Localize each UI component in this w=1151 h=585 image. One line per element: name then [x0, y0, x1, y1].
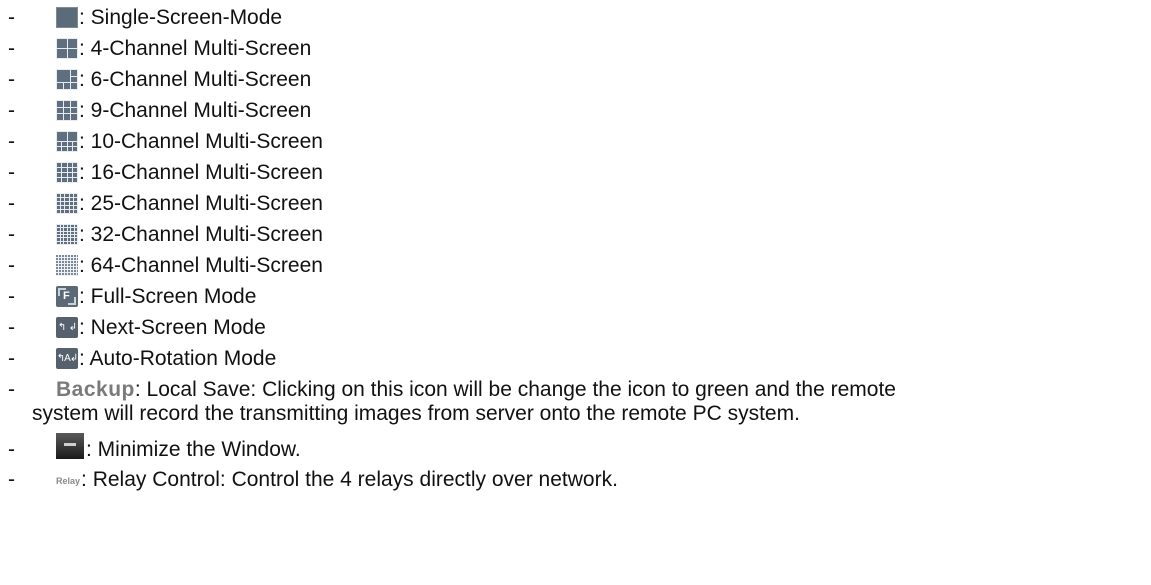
four-channel-grid-icon — [56, 38, 78, 59]
bullet-dash: - — [8, 68, 15, 91]
item-text: : 32-Channel Multi-Screen — [79, 223, 323, 246]
bullet-dash: - — [8, 37, 15, 60]
bullet-dash: - — [8, 254, 15, 277]
bullet-dash: - — [8, 378, 15, 401]
nine-channel-grid-icon — [56, 100, 78, 121]
list-item: - : 10-Channel Multi-Screen — [0, 126, 1151, 157]
item-text: : Single-Screen-Mode — [79, 6, 283, 29]
list-item-backup: - Backup : Local Save: Clicking on this … — [0, 374, 1151, 430]
list-item: - : 9-Channel Multi-Screen — [0, 95, 1151, 126]
list-item: - : 6-Channel Multi-Screen — [0, 64, 1151, 95]
item-text: : Next-Screen Mode — [79, 316, 266, 339]
list-item: - : Single-Screen-Mode — [0, 2, 1151, 33]
bullet-dash: - — [8, 347, 15, 370]
item-text: : 16-Channel Multi-Screen — [79, 161, 323, 184]
backup-label: Backup — [56, 378, 135, 401]
list-item: - ↰ ↲ : Next-Screen Mode — [0, 312, 1151, 343]
bullet-dash: - — [8, 161, 15, 184]
list-item: - : 16-Channel Multi-Screen — [0, 157, 1151, 188]
sixteen-channel-grid-icon — [56, 162, 78, 183]
bullet-dash: - — [8, 285, 15, 308]
item-text: : 25-Channel Multi-Screen — [79, 192, 323, 215]
next-screen-icon: ↰ ↲ — [56, 317, 78, 338]
list-item: - Relay : Relay Control: Control the 4 r… — [0, 464, 1151, 495]
single-screen-icon — [56, 7, 78, 28]
list-item: - F : Full-Screen Mode — [0, 281, 1151, 312]
item-text: : 64-Channel Multi-Screen — [79, 254, 323, 277]
relay-label: Relay — [56, 476, 81, 486]
six-channel-grid-icon — [56, 69, 78, 90]
list-item: - : 32-Channel Multi-Screen — [0, 219, 1151, 250]
bullet-dash: - — [8, 223, 15, 246]
list-item: - ↰A↲ : Auto-Rotation Mode — [0, 343, 1151, 374]
bullet-dash: - — [8, 6, 15, 29]
item-text: : Relay Control: Control the 4 relays di… — [81, 468, 618, 491]
list-item: - : 4-Channel Multi-Screen — [0, 33, 1151, 64]
item-text: : 9-Channel Multi-Screen — [79, 99, 312, 122]
minimize-window-icon — [56, 432, 84, 459]
auto-rotation-icon: ↰A↲ — [56, 348, 78, 369]
bullet-dash: - — [8, 468, 15, 491]
twenty-five-channel-grid-icon — [56, 193, 78, 214]
item-text: : 4-Channel Multi-Screen — [79, 37, 312, 60]
bullet-dash: - — [8, 192, 15, 215]
item-text: : Minimize the Window. — [86, 438, 301, 461]
thirty-two-channel-grid-icon — [56, 224, 78, 245]
sixty-four-channel-grid-icon — [56, 255, 78, 276]
ten-channel-grid-icon — [56, 131, 78, 152]
list-item: - : 64-Channel Multi-Screen — [0, 250, 1151, 281]
bullet-dash: - — [8, 99, 15, 122]
list-item: - : Minimize the Window. — [0, 430, 1151, 464]
bullet-dash: - — [8, 438, 15, 461]
item-text-continued: system will record the transmitting imag… — [32, 402, 800, 425]
item-text: : Local Save: Clicking on this icon will… — [134, 378, 896, 401]
item-text: : Full-Screen Mode — [79, 285, 257, 308]
item-text: : Auto-Rotation Mode — [79, 347, 277, 370]
list-item: - : 25-Channel Multi-Screen — [0, 188, 1151, 219]
bullet-dash: - — [8, 130, 15, 153]
item-text: : 6-Channel Multi-Screen — [79, 68, 312, 91]
full-screen-icon: F — [56, 286, 78, 307]
bullet-dash: - — [8, 316, 15, 339]
icon-description-list: - : Single-Screen-Mode - : 4-Channel Mul… — [0, 2, 1151, 495]
item-text: : 10-Channel Multi-Screen — [79, 130, 323, 153]
